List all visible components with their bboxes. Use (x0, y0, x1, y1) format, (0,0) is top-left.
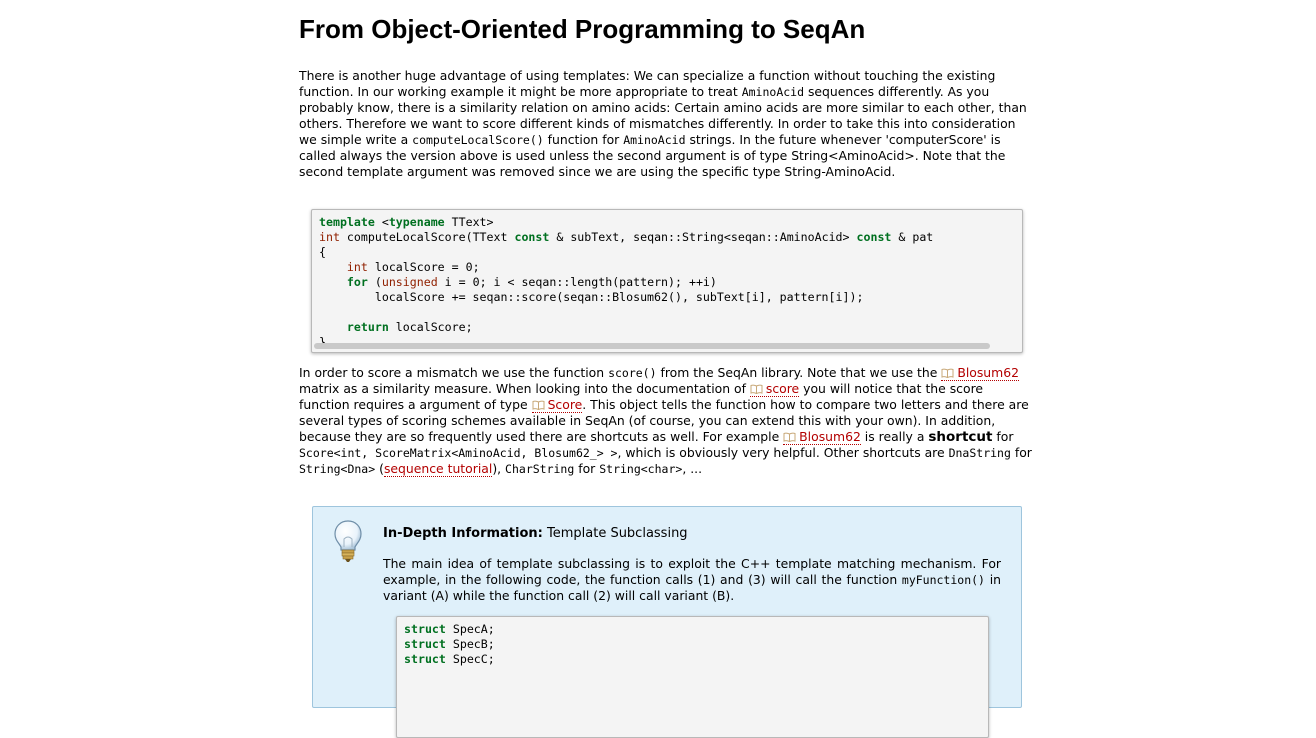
info-text: The main idea of template subclassing is… (383, 556, 1001, 604)
code-token: { (319, 245, 326, 259)
code-token: int (319, 230, 340, 244)
inline-code: String<char> (599, 462, 683, 476)
code-token: SpecA; (445, 622, 495, 636)
code-block-template-subclassing[interactable]: struct SpecA; struct SpecB; struct SpecC… (396, 616, 989, 738)
book-icon (783, 432, 796, 442)
inline-code: score() (608, 366, 657, 380)
text: is really a (860, 429, 929, 444)
code-token: & subText, seqan::String<seqan::AminoAci… (549, 230, 857, 244)
link-sequence-tutorial[interactable]: sequence tutorial (383, 461, 493, 477)
inline-code: Score<int, ScoreMatrix<AminoAcid, Blosum… (299, 446, 618, 460)
code-token: localScore += seqan::score(seqan::Blosum… (319, 290, 864, 304)
link-score[interactable]: score (749, 381, 800, 397)
text: , ... (682, 461, 703, 476)
text: matrix as a similarity measure. When loo… (299, 381, 750, 396)
code-token: typename (388, 215, 445, 229)
info-title-label: In-Depth Information: (383, 526, 543, 541)
link-label: Blosum62 (799, 429, 861, 444)
link-label: score (765, 381, 800, 396)
text: ( (375, 461, 384, 476)
in-depth-information-box: In-Depth Information: Template Subclassi… (312, 506, 1022, 738)
code-token: return (346, 320, 389, 334)
inline-code: String<Dna> (299, 462, 376, 476)
link-label: Score (547, 397, 583, 412)
code-token: & pat (891, 230, 934, 244)
code-token: const (856, 230, 892, 244)
code-token: computeLocalScore(TText (339, 230, 515, 244)
text: for (992, 429, 1014, 444)
inline-code: AminoAcid (741, 85, 805, 99)
info-title: In-Depth Information: Template Subclassi… (383, 526, 688, 541)
book-icon (750, 384, 763, 394)
inline-code: DnaString (948, 446, 1011, 460)
code-token: TText> (444, 215, 494, 229)
link-blosum62-shortcut[interactable]: Blosum62 (783, 429, 861, 445)
text: for (1010, 445, 1032, 460)
code-listing: template <typename TText> int computeLoc… (312, 210, 1022, 350)
code-token: for (346, 275, 368, 289)
score-paragraph: In order to score a mismatch we use the … (299, 365, 1037, 477)
code-token: int (346, 260, 368, 274)
code-token: struct (404, 637, 446, 651)
text: for (574, 461, 600, 476)
text: function for (543, 132, 624, 147)
code-token: ( (367, 275, 382, 289)
lightbulb-icon (334, 520, 362, 562)
code-token: const (514, 230, 550, 244)
info-title-subject: Template Subclassing (542, 526, 688, 541)
horizontal-scrollbar[interactable] (314, 343, 990, 349)
code-listing: struct SpecA; struct SpecB; struct SpecC… (397, 617, 988, 667)
code-token: SpecB; (445, 637, 495, 651)
code-token: SpecC; (445, 652, 495, 666)
text: ), (492, 461, 506, 476)
code-token: struct (404, 652, 446, 666)
text: from the SeqAn library. Note that we use… (656, 365, 942, 380)
code-token: template (319, 215, 375, 229)
intro-paragraph: There is another huge advantage of using… (299, 68, 1037, 180)
code-token: < (374, 215, 389, 229)
code-token: unsigned (381, 275, 438, 289)
inline-code: myFunction() (901, 573, 985, 587)
book-icon (941, 368, 954, 378)
link-label: Blosum62 (957, 365, 1019, 380)
emphasis: shortcut (928, 429, 993, 445)
page-title: From Object-Oriented Programming to SeqA… (299, 14, 866, 44)
text: In order to score a mismatch we use the … (299, 365, 609, 380)
inline-code: computeLocalScore() (412, 133, 544, 147)
code-token: localScore; (388, 320, 473, 334)
link-blosum62[interactable]: Blosum62 (941, 365, 1019, 381)
code-token: localScore = 0; (367, 260, 480, 274)
code-token: struct (404, 622, 446, 636)
link-score-class[interactable]: Score (531, 397, 583, 413)
code-token: i = 0; i < seqan::length(pattern); ++i) (437, 275, 717, 289)
text: , which is obviously very helpful. Other… (617, 445, 949, 460)
inline-code: CharString (505, 462, 575, 476)
book-icon (532, 400, 545, 410)
inline-code: AminoAcid (623, 133, 686, 147)
code-block-compute-local-score[interactable]: template <typename TText> int computeLoc… (311, 209, 1023, 353)
